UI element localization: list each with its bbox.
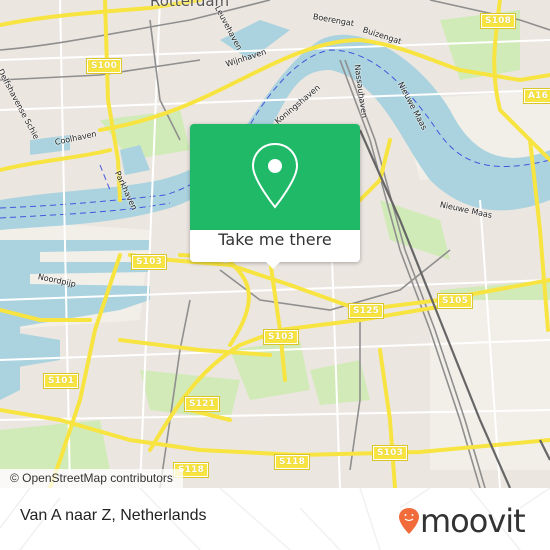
place-name: Van A naar Z, Netherlands: [20, 507, 207, 524]
map-attribution[interactable]: © OpenStreetMap contributors: [0, 469, 183, 488]
moovit-logo[interactable]: moovit: [398, 502, 538, 540]
moovit-wordmark: moovit: [420, 502, 526, 540]
road-shield: S103: [130, 254, 168, 270]
road-shield: S105: [436, 293, 474, 309]
footer: Van A naar Z, Netherlands moovit: [0, 488, 550, 550]
location-pin-icon: [251, 142, 299, 209]
road-shield: S103: [371, 445, 409, 461]
road-shield: A16: [522, 88, 550, 104]
road-shield: S108: [479, 13, 517, 29]
moovit-pin-icon: [399, 508, 419, 534]
road-shield: S101: [42, 373, 80, 389]
take-me-there-button[interactable]: Take me there: [190, 230, 360, 262]
popup-header: [190, 124, 360, 230]
road-shield: S121: [183, 396, 221, 412]
road-shield: S103: [262, 329, 300, 345]
road-shield: S125: [347, 303, 385, 319]
location-popup: Take me there: [190, 124, 360, 269]
popup-pointer: [265, 261, 281, 269]
road-shield: S118: [273, 454, 311, 470]
road-shield: S100: [85, 58, 123, 74]
map[interactable]: Rotterdam S100 S108 A16 S103 S125 S105 S103 S10…: [0, 0, 550, 488]
